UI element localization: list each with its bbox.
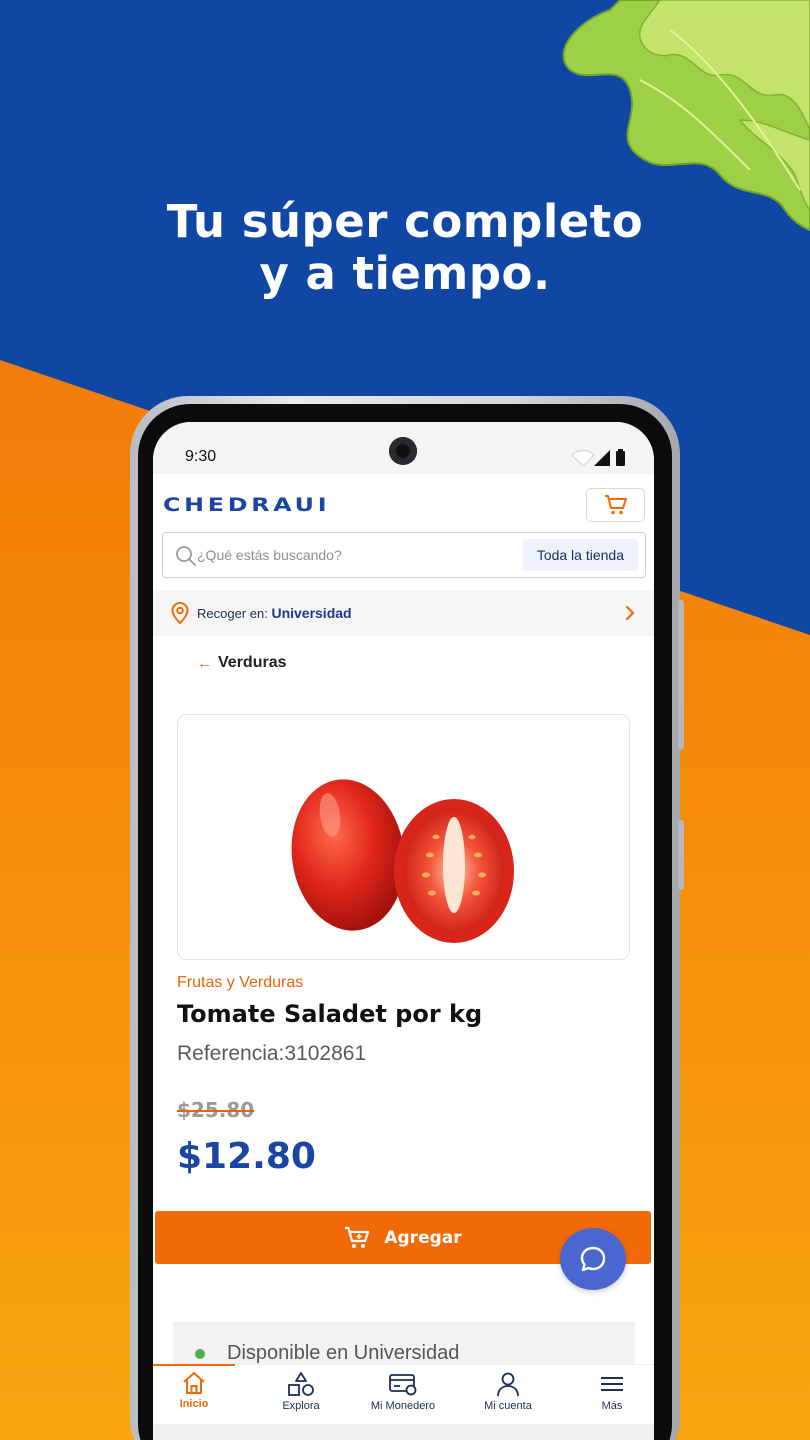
wallet-icon: [389, 1374, 417, 1396]
status-time: 9:30: [185, 448, 217, 465]
status-icons: [571, 449, 625, 466]
system-navigation-bar: [153, 1424, 654, 1440]
signal-icon: [594, 450, 610, 466]
bottom-navigation: Inicio Explora Mi Monedero Mi cuenta Más: [153, 1364, 654, 1424]
product-category[interactable]: Frutas y Verduras: [177, 974, 303, 992]
nav-item-mas[interactable]: Más: [567, 1371, 654, 1412]
availability-dot: [195, 1349, 205, 1359]
cart-button[interactable]: [586, 488, 645, 522]
back-to-category-link[interactable]: ← Verduras: [197, 654, 286, 672]
pickup-text: Recoger en: Universidad: [197, 605, 352, 621]
menu-icon: [601, 1377, 623, 1391]
app-header: CHEDRAUI Toda la tienda: [153, 474, 654, 590]
nav-label-explora: Explora: [282, 1400, 320, 1412]
product-old-price: $25.80: [177, 1098, 255, 1122]
availability-text: Disponible en Universidad: [227, 1342, 460, 1364]
add-to-cart-label: Agregar: [384, 1227, 462, 1248]
nav-item-explora[interactable]: Explora: [256, 1371, 346, 1412]
phone-power-button: [678, 820, 684, 890]
back-link-label: Verduras: [218, 654, 287, 671]
nav-label-mi-monedero: Mi Monedero: [370, 1400, 436, 1412]
wifi-icon: [571, 450, 595, 466]
pickup-label: Recoger en:: [197, 606, 268, 621]
product-title: Tomate Saladet por kg: [177, 1000, 483, 1028]
availability-panel: Disponible en Universidad: [173, 1322, 635, 1370]
pickup-store-bar[interactable]: Recoger en: Universidad: [153, 590, 654, 636]
promo-headline: Tu súper completo y a tiempo.: [0, 196, 810, 300]
tomato-image: [291, 779, 514, 943]
home-icon: [183, 1372, 205, 1394]
arrow-left-icon: ←: [197, 654, 212, 672]
status-bar: 9:30: [153, 422, 654, 474]
promo-headline-line2: y a tiempo.: [259, 247, 551, 300]
search-bar: Toda la tienda: [162, 532, 646, 578]
promo-headline-line1: Tu súper completo: [166, 195, 644, 248]
battery-icon: [616, 451, 625, 466]
chat-button[interactable]: [560, 1228, 626, 1290]
product-reference: Referencia:3102861: [177, 1042, 367, 1065]
front-camera: [389, 437, 417, 465]
app-screen: 9:30 CHEDRAUI Toda la tienda: [153, 422, 654, 1440]
nav-label-mi-cuenta: Mi cuenta: [484, 1400, 532, 1412]
cart-icon: [604, 495, 627, 515]
chevron-right-icon: [625, 605, 635, 621]
product-image-card[interactable]: [177, 714, 630, 960]
product-price: $12.80: [177, 1136, 316, 1177]
nav-item-mi-cuenta[interactable]: Mi cuenta: [463, 1371, 553, 1412]
nav-label-mas: Más: [601, 1400, 623, 1412]
search-icon: [176, 546, 196, 566]
chedraui-logo[interactable]: CHEDRAUI: [163, 494, 330, 516]
nav-label-inicio: Inicio: [179, 1398, 209, 1410]
nav-item-mi-monedero[interactable]: Mi Monedero: [358, 1371, 448, 1412]
cart-icon: [345, 1226, 370, 1248]
chat-bubble-icon: [580, 1246, 606, 1272]
search-input[interactable]: [197, 533, 497, 577]
pickup-store-name: Universidad: [271, 605, 352, 621]
user-icon: [497, 1372, 519, 1397]
nav-item-inicio[interactable]: Inicio: [153, 1371, 239, 1410]
location-pin-icon: [171, 602, 189, 624]
nav-active-indicator: [153, 1364, 235, 1366]
phone-volume-button: [678, 600, 684, 750]
shapes-icon: [288, 1372, 314, 1396]
search-scope-select[interactable]: Toda la tienda: [522, 539, 638, 571]
